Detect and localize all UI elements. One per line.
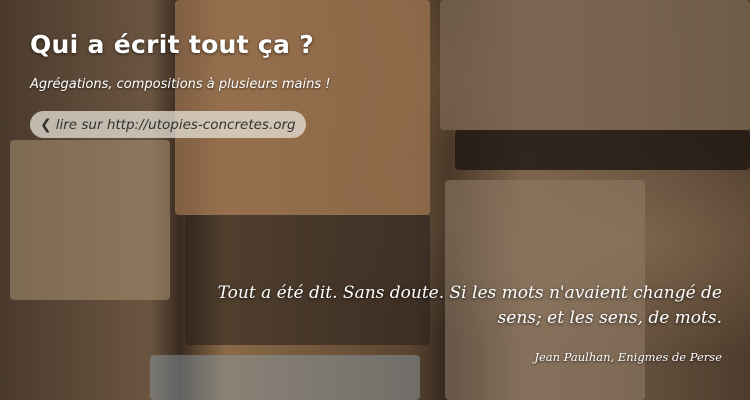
quote-text: Tout a été dit. Sans doute. Si les mots …	[217, 283, 722, 328]
external-site-link[interactable]: ❮ lire sur http://utopies-concretes.org	[30, 111, 306, 138]
site-title: Qui a écrit tout ça ?	[30, 30, 314, 59]
link-label: lire sur http://utopies-concretes.org	[55, 116, 296, 133]
site-subtitle: Agrégations, compositions à plusieurs ma…	[30, 77, 331, 92]
quote-author: Jean Paulhan, Enigmes de Perse	[534, 350, 722, 364]
chevron-left-icon: ❮	[40, 116, 52, 133]
